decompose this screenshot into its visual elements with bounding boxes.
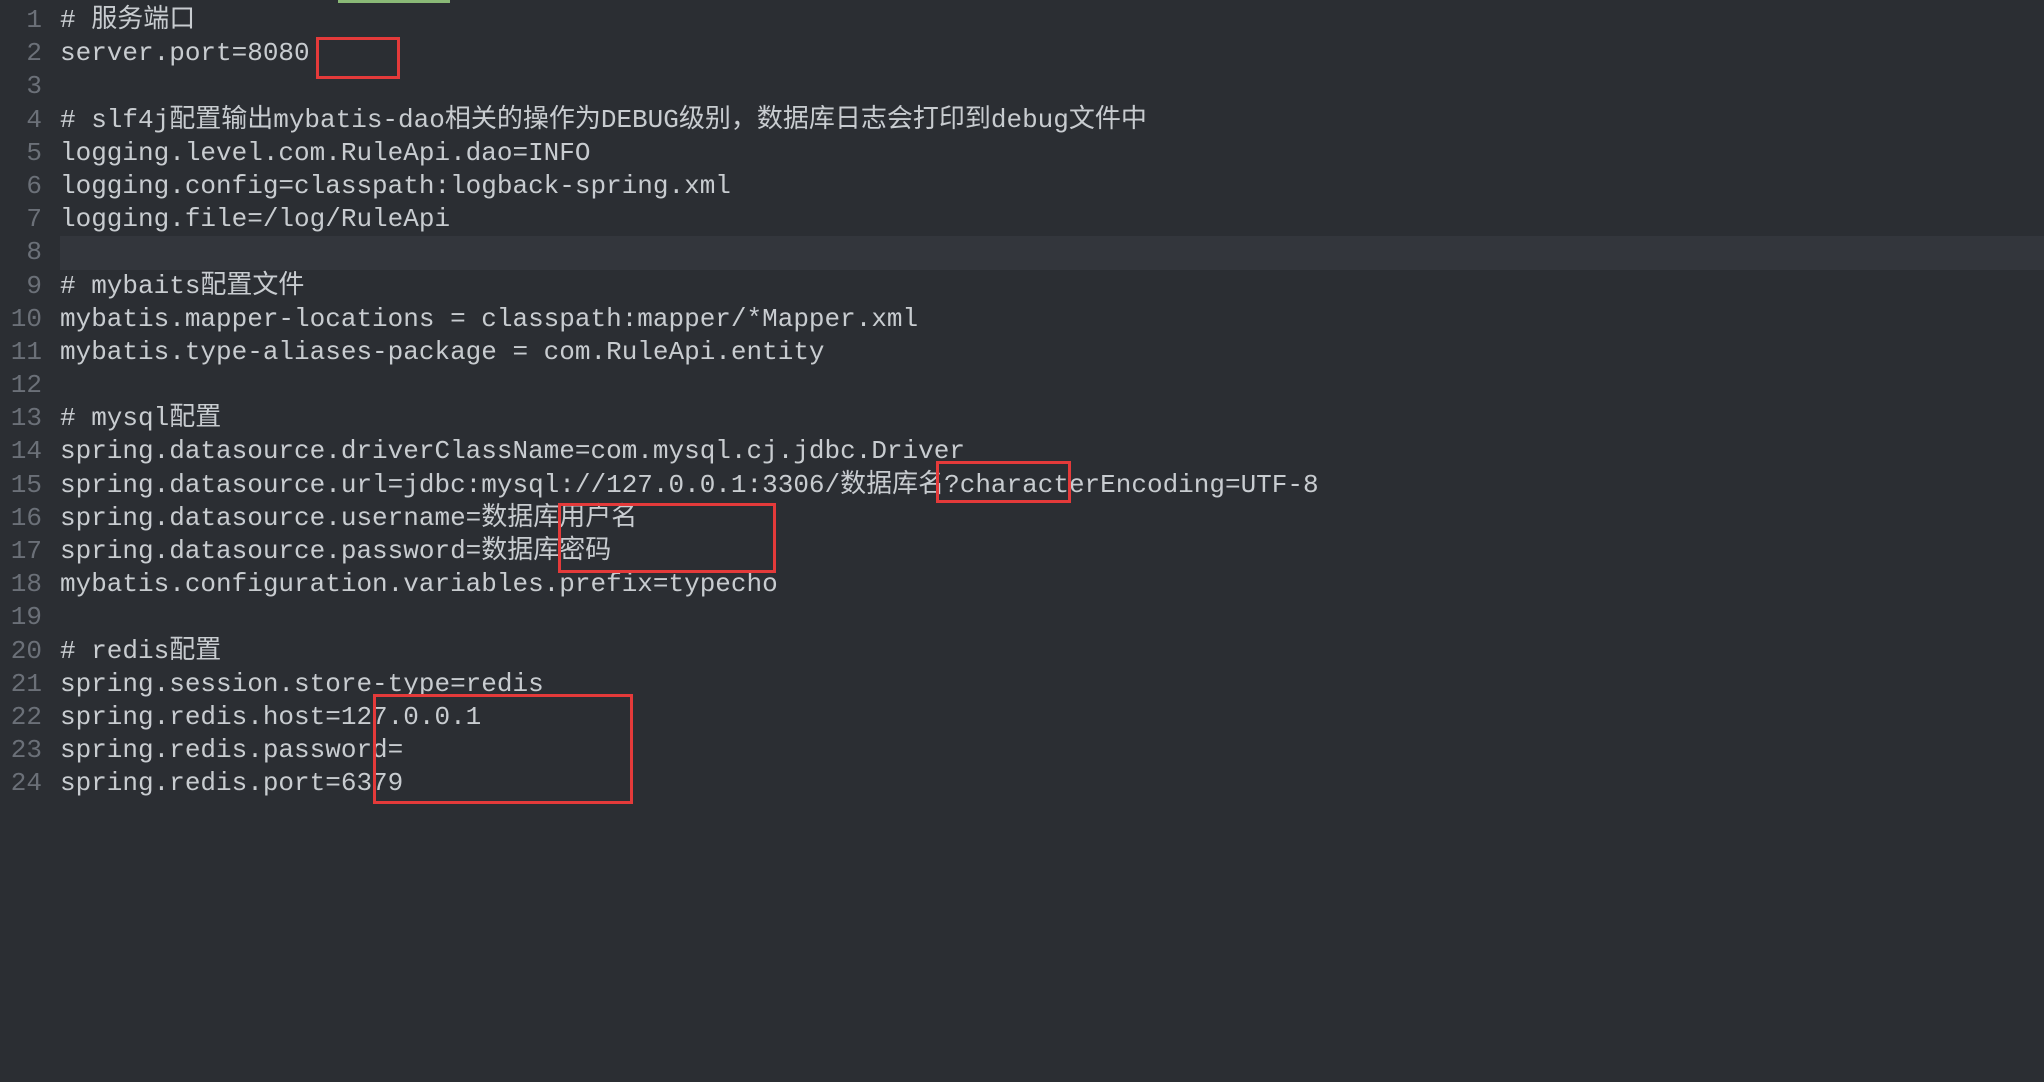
- line-number: 10: [0, 303, 42, 336]
- code-line[interactable]: spring.redis.port=6379: [60, 767, 2044, 800]
- line-number: 17: [0, 535, 42, 568]
- line-number-gutter: 1 2 3 4 5 6 7 8 9 10 11 12 13 14 15 16 1…: [0, 4, 60, 801]
- code-text: # redis配置: [60, 636, 221, 666]
- code-text: spring.redis.port=6379: [60, 768, 403, 798]
- code-text: mybatis.mapper-locations = classpath:map…: [60, 304, 918, 334]
- code-text: # slf4j配置输出mybatis-dao相关的操作为DEBUG级别，数据库日…: [60, 105, 1147, 135]
- line-number: 8: [0, 236, 42, 269]
- code-text: server.port=8080: [60, 38, 310, 68]
- line-number: 12: [0, 369, 42, 402]
- code-text: mybatis.configuration.variables.prefix=t…: [60, 569, 778, 599]
- line-number: 13: [0, 402, 42, 435]
- code-text: spring.datasource.url=jdbc:mysql://127.0…: [60, 470, 1319, 500]
- code-text: # mysql配置: [60, 403, 221, 433]
- active-tab-indicator: [338, 0, 450, 3]
- line-number: 7: [0, 203, 42, 236]
- code-editor[interactable]: 1 2 3 4 5 6 7 8 9 10 11 12 13 14 15 16 1…: [0, 0, 2044, 801]
- code-line[interactable]: spring.redis.host=127.0.0.1: [60, 701, 2044, 734]
- line-number: 6: [0, 170, 42, 203]
- line-number: 1: [0, 4, 42, 37]
- code-text: # mybaits配置文件: [60, 271, 304, 301]
- code-line[interactable]: # mybaits配置文件: [60, 270, 2044, 303]
- code-text: logging.config=classpath:logback-spring.…: [60, 171, 731, 201]
- line-number: 23: [0, 734, 42, 767]
- code-line[interactable]: [60, 70, 2044, 103]
- line-number: 21: [0, 668, 42, 701]
- code-line[interactable]: # slf4j配置输出mybatis-dao相关的操作为DEBUG级别，数据库日…: [60, 104, 2044, 137]
- line-number: 18: [0, 568, 42, 601]
- code-text: spring.datasource.username=数据库用户名: [60, 503, 637, 533]
- code-line[interactable]: spring.session.store-type=redis: [60, 668, 2044, 701]
- line-number: 3: [0, 70, 42, 103]
- code-line[interactable]: mybatis.mapper-locations = classpath:map…: [60, 303, 2044, 336]
- line-number: 16: [0, 502, 42, 535]
- line-number: 20: [0, 635, 42, 668]
- code-content[interactable]: # 服务端口 server.port=8080 # slf4j配置输出mybat…: [60, 4, 2044, 801]
- line-number: 15: [0, 469, 42, 502]
- code-line-current[interactable]: [60, 236, 2044, 269]
- code-text: logging.file=/log/RuleApi: [60, 204, 450, 234]
- line-number: 19: [0, 601, 42, 634]
- code-line[interactable]: spring.datasource.password=数据库密码: [60, 535, 2044, 568]
- code-line[interactable]: logging.file=/log/RuleApi: [60, 203, 2044, 236]
- code-line[interactable]: spring.datasource.url=jdbc:mysql://127.0…: [60, 469, 2044, 502]
- line-number: 2: [0, 37, 42, 70]
- code-text: spring.datasource.password=数据库密码: [60, 536, 611, 566]
- code-line[interactable]: [60, 601, 2044, 634]
- code-line[interactable]: # redis配置: [60, 635, 2044, 668]
- line-number: 22: [0, 701, 42, 734]
- code-text: spring.redis.host=127.0.0.1: [60, 702, 481, 732]
- code-line[interactable]: logging.config=classpath:logback-spring.…: [60, 170, 2044, 203]
- line-number: 24: [0, 767, 42, 800]
- line-number: 4: [0, 104, 42, 137]
- code-line[interactable]: [60, 369, 2044, 402]
- code-line[interactable]: # mysql配置: [60, 402, 2044, 435]
- code-text: spring.session.store-type=redis: [60, 669, 544, 699]
- code-line[interactable]: mybatis.configuration.variables.prefix=t…: [60, 568, 2044, 601]
- code-line[interactable]: logging.level.com.RuleApi.dao=INFO: [60, 137, 2044, 170]
- code-line[interactable]: mybatis.type-aliases-package = com.RuleA…: [60, 336, 2044, 369]
- line-number: 5: [0, 137, 42, 170]
- code-text: logging.level.com.RuleApi.dao=INFO: [60, 138, 591, 168]
- code-line[interactable]: server.port=8080: [60, 37, 2044, 70]
- code-text: # 服务端口: [60, 5, 195, 35]
- code-text: mybatis.type-aliases-package = com.RuleA…: [60, 337, 825, 367]
- code-text: spring.datasource.driverClassName=com.my…: [60, 436, 965, 466]
- line-number: 9: [0, 270, 42, 303]
- code-line[interactable]: spring.datasource.driverClassName=com.my…: [60, 435, 2044, 468]
- line-number: 14: [0, 435, 42, 468]
- code-line[interactable]: spring.redis.password=: [60, 734, 2044, 767]
- code-line[interactable]: spring.datasource.username=数据库用户名: [60, 502, 2044, 535]
- line-number: 11: [0, 336, 42, 369]
- code-text: spring.redis.password=: [60, 735, 403, 765]
- code-line[interactable]: # 服务端口: [60, 4, 2044, 37]
